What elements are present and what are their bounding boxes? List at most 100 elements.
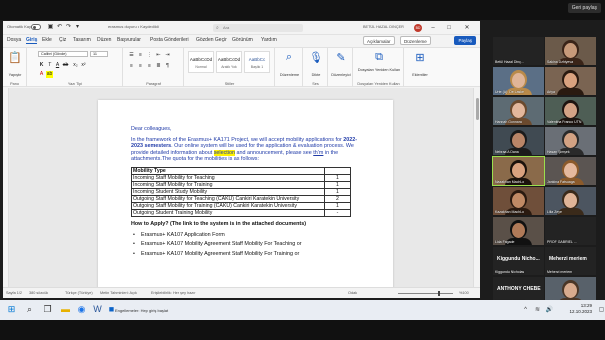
word-icon[interactable]: W [92, 304, 103, 315]
tab-draw[interactable]: Çiz [59, 37, 66, 43]
editor-icon[interactable]: ✎ [333, 51, 349, 64]
participant-tile[interactable]: Urte (A): De Laske [493, 67, 544, 95]
font-size-field[interactable]: 11 [90, 51, 108, 57]
increase-indent-icon[interactable]: ⇥ [164, 52, 171, 59]
participant-tile[interactable]: Betül Hazal Dinç... [493, 37, 544, 65]
close-icon[interactable]: ✕ [462, 23, 472, 33]
numbering-icon[interactable]: ≡ [137, 52, 144, 59]
volume-icon[interactable]: 🔊 [544, 305, 555, 316]
page-count[interactable]: Sayfa 1/2 [6, 291, 22, 295]
font-color-icon[interactable]: A [38, 71, 45, 78]
search-box[interactable]: ⌕ Ara [213, 24, 303, 32]
dictate-icon[interactable]: 🎙 [308, 51, 324, 64]
participant-tile[interactable]: Nebraa A Dana [493, 127, 544, 155]
vertical-scrollbar[interactable] [473, 88, 480, 287]
tab-references[interactable]: Başvurular [117, 37, 141, 43]
search-icon[interactable]: ⌕ [24, 304, 35, 315]
participant-tile[interactable]: Nazakhan MachLo [492, 156, 545, 186]
task-view-icon[interactable]: ❐ [42, 304, 53, 315]
participant-tile[interactable]: Sakina Dzhiyeva [545, 37, 596, 65]
tab-help[interactable]: Yardım [261, 37, 277, 43]
strikethrough-icon[interactable]: ab [62, 62, 69, 69]
share-back-button[interactable]: Geri paylaş [567, 3, 601, 13]
decrease-indent-icon[interactable]: ⇤ [155, 52, 162, 59]
align-left-icon[interactable]: ≡ [128, 63, 135, 70]
tab-review[interactable]: Gözden Geçir [196, 37, 227, 43]
highlight-icon[interactable]: ab [46, 71, 53, 78]
reuse-files-icon[interactable]: ⧉ [371, 51, 387, 64]
document-body[interactable]: Dear colleagues, In the framework of the… [131, 126, 361, 260]
notifications-icon[interactable]: ▢ [596, 305, 605, 316]
subscript-icon[interactable]: x₂ [72, 62, 79, 69]
participant-tile[interactable]: Jankina Fatsuaga [545, 157, 596, 185]
paste-icon[interactable]: 📋 [7, 51, 23, 64]
system-clock[interactable]: 13:29 12.10.2023 [569, 303, 592, 315]
taskbar-weather[interactable]: Engellemeler: Hep giriş başlat [115, 308, 168, 313]
minimize-icon[interactable]: – [428, 23, 438, 33]
customize-qat-icon[interactable]: ▾ [74, 23, 81, 31]
editing-mode-button[interactable]: Düzenleme [400, 36, 431, 45]
start-icon[interactable]: ⊞ [6, 304, 17, 315]
participant-tile[interactable]: Meherzi meriem Meherzi meriem [545, 247, 596, 275]
align-right-icon[interactable]: ≡ [146, 63, 153, 70]
zoom-level[interactable]: %100 [459, 291, 469, 295]
share-button[interactable]: Paylaş [454, 36, 476, 45]
participant-tile[interactable]: Lilia Zeye [545, 187, 596, 215]
tab-layout[interactable]: Düzen [97, 37, 111, 43]
multilevel-list-icon[interactable]: ⋮ [146, 52, 153, 59]
justify-icon[interactable]: ≣ [155, 63, 162, 70]
tab-design[interactable]: Tasarım [73, 37, 91, 43]
language-status[interactable]: Türkçe (Türkiye) [65, 291, 93, 295]
bold-icon[interactable]: K [38, 62, 45, 69]
underline-icon[interactable]: A [54, 62, 61, 69]
comments-button[interactable]: Açıklamalar [363, 36, 395, 45]
redo-icon[interactable]: ↷ [65, 23, 72, 31]
participant-tile[interactable]: Hannah Gonnara [493, 97, 544, 125]
addins-icon[interactable]: ⊞ [412, 51, 428, 64]
paste-label[interactable]: Yapıştır [3, 73, 27, 77]
scroll-thumb[interactable] [476, 98, 479, 120]
italic-icon[interactable]: T [46, 62, 53, 69]
style-no-spacing[interactable]: AaBbCcDd Aralık Yok [216, 51, 242, 73]
align-center-icon[interactable]: ≡ [137, 63, 144, 70]
tab-view[interactable]: Görünüm [232, 37, 253, 43]
avatar[interactable]: BD [414, 24, 422, 32]
participant-tile[interactable]: Hasan Şimşek [545, 127, 596, 155]
zoom-slider[interactable] [398, 293, 453, 294]
maximize-icon[interactable]: □ [444, 23, 454, 33]
autosave-toggle[interactable] [31, 24, 41, 30]
participant-tile[interactable]: Kiggundu Nicho... Kiggundu Nicholas [493, 247, 544, 275]
tab-insert[interactable]: Ekle [42, 37, 52, 43]
focus-button[interactable]: Odak [348, 291, 357, 295]
editing-label[interactable]: Düzenleme [276, 73, 303, 77]
reuse-files-label[interactable]: Dosyaları Yeniden Kullan [354, 68, 404, 72]
chrome-icon[interactable]: ◉ [76, 304, 87, 315]
dictate-label[interactable]: Dikte [304, 73, 328, 77]
font-name-field[interactable]: Calibri (Gövde) [38, 51, 88, 57]
undo-icon[interactable]: ↶ [56, 23, 63, 31]
tab-home[interactable]: Giriş [26, 37, 38, 44]
word-count[interactable]: 380 sözcük [29, 291, 48, 295]
zoom-slider-knob[interactable] [438, 291, 440, 296]
style-heading-1[interactable]: AaBbCc Başlık 1 [244, 51, 270, 73]
tray-chevron-icon[interactable]: ^ [520, 305, 531, 316]
addins-label[interactable]: Eklentiler [405, 73, 435, 77]
save-icon[interactable]: ▣ [47, 23, 54, 31]
tab-file[interactable]: Dosya [7, 37, 21, 43]
participant-tile[interactable]: PROF GABRIEL ... [545, 217, 596, 245]
editor-label[interactable]: Düzenleyici [329, 73, 353, 77]
wifi-icon[interactable]: ≋ [532, 305, 543, 316]
accessibility-status[interactable]: Erişilebilirlik: Her şey hazır [151, 291, 196, 295]
document-page[interactable]: Dear colleagues, In the framework of the… [98, 100, 393, 287]
participant-tile[interactable]: Ariya [545, 67, 596, 95]
paragraph-mark-icon[interactable]: ¶ [164, 63, 171, 70]
participant-tile[interactable]: Lida Fagade [493, 217, 544, 245]
tab-mailings[interactable]: Posta Gönderileri [150, 37, 189, 43]
participant-tile[interactable]: Kazakhan MachLo [493, 187, 544, 215]
find-icon[interactable]: ⌕ [281, 51, 297, 64]
style-normal[interactable]: AaBbCcDd Normal [188, 51, 214, 73]
superscript-icon[interactable]: x² [80, 62, 87, 69]
text-predictions[interactable]: Metin Tahminleri: Açık [100, 291, 137, 295]
bullets-icon[interactable]: ☰ [128, 52, 135, 59]
file-explorer-icon[interactable]: ▬ [60, 304, 71, 315]
